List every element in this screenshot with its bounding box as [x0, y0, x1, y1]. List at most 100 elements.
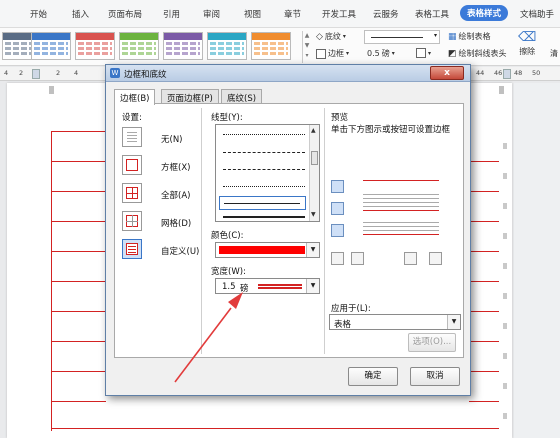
- table-row-line: [51, 371, 106, 372]
- inside-horizontal-toggle-icon[interactable]: [331, 202, 344, 215]
- diagonal-down-toggle-icon[interactable]: [331, 252, 344, 265]
- table-style-swatch[interactable]: [251, 32, 291, 60]
- expand-icon[interactable]: ▾: [305, 52, 308, 59]
- chevron-down-icon[interactable]: ▼: [311, 211, 316, 218]
- ribbon-tab-bar: 开始 插入 页面布局 引用 审阅 视图 章节 开发工具 云服务 表格工具 表格样…: [0, 0, 560, 28]
- top-border-toggle-icon[interactable]: [331, 180, 344, 193]
- preview-label: 预览: [331, 113, 349, 123]
- tab-home[interactable]: 开始: [30, 8, 47, 20]
- preview-hint: 单击下方图示或按钮可设置边框: [331, 125, 451, 135]
- table-row-line: [469, 371, 499, 372]
- close-button[interactable]: x: [430, 66, 464, 80]
- linetype-label: 线型(Y):: [211, 113, 243, 123]
- table-row-line: [51, 341, 106, 342]
- line-style-option[interactable]: [223, 216, 305, 218]
- table-style-swatch[interactable]: [163, 32, 203, 60]
- dialog-titlebar[interactable]: W 边框和底纹 x: [106, 65, 470, 82]
- ruler-indent-marker[interactable]: [503, 69, 511, 79]
- tab-page-layout[interactable]: 页面布局: [108, 8, 142, 20]
- setting-all-icon[interactable]: [122, 183, 142, 203]
- tab-cloud[interactable]: 云服务: [373, 8, 399, 20]
- setting-all-label[interactable]: 全部(A): [161, 189, 190, 201]
- tab-page-borders[interactable]: 页面边框(P): [161, 89, 219, 104]
- line-width-combo[interactable]: 0.5 磅 ▾: [367, 48, 395, 59]
- table-row-line: [51, 191, 106, 192]
- setting-box-icon[interactable]: [122, 155, 142, 175]
- borders-shading-dialog: W 边框和底纹 x 边框(B) 页面边框(P) 底纹(S) 设置: 无(N) 方…: [105, 64, 471, 396]
- tab-borders[interactable]: 边框(B): [114, 89, 156, 105]
- linetype-scrollbar[interactable]: ▲ ▼: [309, 125, 319, 221]
- chevron-up-icon[interactable]: ▲: [305, 32, 310, 39]
- draw-diagonal-button[interactable]: ◩ 绘制斜线表头: [448, 48, 507, 59]
- tab-table-style[interactable]: 表格样式: [460, 5, 509, 21]
- table-style-swatch[interactable]: [119, 32, 159, 60]
- setting-custom-icon[interactable]: [122, 239, 142, 259]
- table-row-line: [51, 281, 106, 282]
- right-border-toggle-icon[interactable]: [404, 252, 417, 265]
- setting-custom-label[interactable]: 自定义(U): [161, 245, 199, 257]
- draw-table-icon: ▦: [448, 31, 457, 42]
- line-style-option[interactable]: [223, 169, 305, 170]
- width-combo[interactable]: 1.5 磅 ▼: [215, 278, 320, 294]
- table-style-swatch[interactable]: [31, 32, 71, 60]
- ruler-indent-marker[interactable]: [32, 69, 40, 79]
- row-end-mark: [503, 233, 507, 239]
- chevron-down-icon[interactable]: ▼: [306, 279, 319, 293]
- tab-review[interactable]: 审阅: [203, 8, 220, 20]
- tab-developer[interactable]: 开发工具: [322, 8, 356, 20]
- preview-area[interactable]: [359, 172, 443, 242]
- line-style-selected[interactable]: [219, 196, 306, 210]
- line-style-combo[interactable]: ▾: [364, 30, 440, 44]
- tab-view[interactable]: 视图: [244, 8, 261, 20]
- tab-table-tools[interactable]: 表格工具: [415, 8, 449, 20]
- paint-bucket-icon: ◇: [316, 31, 323, 42]
- clear-button[interactable]: 清: [550, 48, 558, 59]
- options-button[interactable]: 选项(O)...: [408, 333, 456, 352]
- eraser-button[interactable]: ⌫ 擦除: [518, 30, 536, 57]
- line-style-option[interactable]: [223, 186, 305, 187]
- apply-to-combo[interactable]: 表格 ▼: [329, 314, 461, 330]
- line-style-option[interactable]: [223, 152, 305, 153]
- setting-box-label[interactable]: 方框(X): [161, 161, 190, 173]
- chevron-down-icon[interactable]: ▼: [447, 315, 460, 329]
- ok-button[interactable]: 确定: [348, 367, 398, 386]
- table-row-line: [51, 428, 499, 429]
- tab-chapter[interactable]: 章节: [284, 8, 301, 20]
- color-combo[interactable]: ▼: [215, 242, 320, 258]
- line-color-button[interactable]: ▾: [416, 48, 431, 58]
- table-style-swatch[interactable]: [207, 32, 247, 60]
- tab-insert[interactable]: 插入: [72, 8, 89, 20]
- setting-grid-label[interactable]: 网格(D): [161, 217, 191, 229]
- pen-color-icon: [416, 48, 426, 58]
- border-button[interactable]: 边框 ▾: [316, 48, 349, 59]
- cancel-button[interactable]: 取消: [410, 367, 460, 386]
- chevron-up-icon[interactable]: ▲: [311, 127, 316, 134]
- column-separator: [324, 108, 325, 354]
- row-end-mark: [503, 293, 507, 299]
- shading-button[interactable]: ◇ 底纹 ▾: [316, 31, 346, 42]
- setting-grid-icon[interactable]: [122, 211, 142, 231]
- table-row-line: [51, 221, 106, 222]
- tab-doc-assistant[interactable]: 文档助手: [520, 8, 554, 20]
- chevron-down-icon[interactable]: ▼: [306, 243, 319, 257]
- row-end-mark: [503, 173, 507, 179]
- row-end-mark: [503, 353, 507, 359]
- setting-none-icon[interactable]: [122, 127, 142, 147]
- table-row-line: [51, 401, 106, 402]
- table-row-line: [469, 401, 499, 402]
- tab-shading[interactable]: 底纹(S): [221, 89, 263, 104]
- linetype-listbox[interactable]: ▲ ▼: [215, 124, 320, 222]
- setting-none-label[interactable]: 无(N): [161, 133, 183, 145]
- ribbon-toolbar: ▲ ▼ ▾ ◇ 底纹 ▾ 边框 ▾ ▾ 0.5 磅 ▾ ▾ ▦ 绘制表格 ◩ 绘制斜线表头…: [0, 28, 560, 66]
- line-style-option[interactable]: [223, 134, 305, 135]
- left-border-toggle-icon[interactable]: [351, 252, 364, 265]
- table-style-swatch[interactable]: [75, 32, 115, 60]
- diagonal-up-toggle-icon[interactable]: [429, 252, 442, 265]
- gallery-scroll[interactable]: ▲ ▼ ▾: [302, 31, 311, 63]
- draw-table-button[interactable]: ▦ 绘制表格: [448, 31, 491, 42]
- tab-references[interactable]: 引用: [163, 8, 180, 20]
- table-row-line: [51, 251, 106, 252]
- chevron-down-icon[interactable]: ▼: [305, 42, 310, 49]
- diagonal-icon: ◩: [448, 48, 457, 59]
- bottom-border-toggle-icon[interactable]: [331, 224, 344, 237]
